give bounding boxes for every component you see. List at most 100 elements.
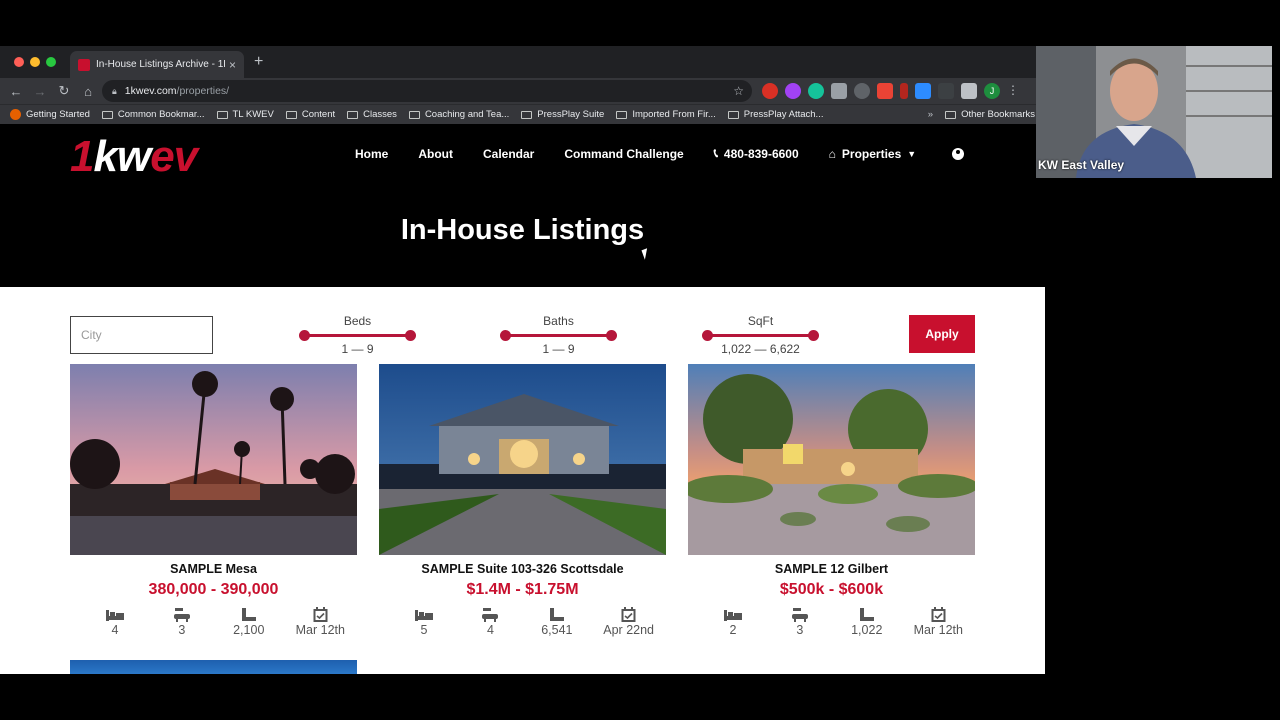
extension-heart-icon[interactable] (785, 83, 801, 99)
listing-filters: City Beds 1 — 9 Baths 1 — 9 SqFt 1,022 —… (70, 314, 975, 356)
bookmark-label: PressPlay Suite (537, 109, 605, 120)
beds-count: 5 (420, 623, 428, 637)
forward-icon[interactable]: → (28, 84, 52, 99)
beds-max-handle[interactable] (405, 330, 416, 341)
listing-name[interactable]: SAMPLE Mesa (70, 562, 357, 576)
bookmark-item[interactable]: Common Bookmar... (101, 109, 205, 120)
extension-gray-icon[interactable] (831, 83, 847, 99)
bookmark-item[interactable]: Classes (347, 109, 397, 120)
web-page: 1kwev Home About Calendar Command Challe… (0, 124, 1045, 674)
browser-window: In-House Listings Archive - 1K × + ← → ↻… (0, 46, 1045, 674)
listing-card[interactable]: SAMPLE Mesa 380,000 - 390,000 4 3 2,100 … (70, 364, 357, 637)
nav-phone[interactable]: 📞︎ 480-839-6600 (714, 146, 799, 161)
house-icon: ⌂ (828, 146, 836, 161)
listing-date: Mar 12th (295, 623, 345, 637)
bath-icon (162, 606, 202, 622)
nav-properties[interactable]: ⌂ Properties ▼ (829, 147, 917, 161)
reload-icon[interactable]: ↻ (52, 83, 76, 99)
bookmark-item[interactable]: PressPlay Attach... (727, 109, 823, 120)
bookmark-star-icon[interactable]: ☆ (733, 84, 744, 98)
bookmark-item[interactable]: PressPlay Suite (521, 109, 604, 120)
bookmark-item[interactable]: TL KWEV (216, 109, 274, 120)
tab-bar: In-House Listings Archive - 1K × + (0, 46, 1045, 78)
stat-beds: 4 (95, 606, 135, 637)
extension-k-icon[interactable] (900, 83, 908, 99)
sqft-track[interactable] (702, 329, 819, 341)
logo-ev: ev (150, 132, 198, 181)
bed-icon (713, 606, 753, 622)
beds-value: 1 — 9 (341, 342, 374, 356)
listing-date: Apr 22nd (603, 623, 654, 637)
bookmark-label: Content (301, 109, 336, 120)
sqft-min-handle[interactable] (702, 330, 713, 341)
nav-command-challenge[interactable]: Command Challenge (564, 147, 683, 161)
logo-one: 1 (70, 132, 95, 181)
sqft-label: SqFt (747, 314, 774, 328)
folder-icon (945, 110, 957, 119)
extensions-puzzle-icon[interactable] (961, 83, 977, 99)
sqft-max-handle[interactable] (808, 330, 819, 341)
bookmark-item[interactable]: Coaching and Tea... (408, 109, 509, 120)
other-bookmarks[interactable]: Other Bookmarks (945, 109, 1035, 120)
baths-track[interactable] (500, 329, 617, 341)
listing-photo[interactable] (688, 364, 975, 555)
bookmark-label: Common Bookmar... (117, 109, 205, 120)
sqft-range-slider[interactable]: SqFt 1,022 — 6,622 (702, 314, 819, 356)
listing-name[interactable]: SAMPLE Suite 103-326 Scottsdale (379, 562, 666, 576)
bookmark-item[interactable]: Getting Started (10, 109, 90, 120)
sqft-count: 2,100 (233, 623, 265, 637)
bookmarks-overflow-button[interactable]: » (928, 109, 933, 120)
extension-camera-icon[interactable] (938, 83, 954, 99)
beds-range-slider[interactable]: Beds 1 — 9 (299, 314, 416, 356)
listing-price: $500k - $600k (779, 581, 884, 598)
phone-number: 480-839-6600 (723, 146, 799, 161)
extension-gear-icon[interactable] (854, 83, 870, 99)
nav-about[interactable]: About (418, 147, 453, 161)
beds-min-handle[interactable] (299, 330, 310, 341)
sqft-count: 6,541 (541, 623, 573, 637)
site-header: 1kwev Home About Calendar Command Challe… (0, 124, 1045, 287)
bookmark-item[interactable]: Content (285, 109, 336, 120)
listing-price: 380,000 - 390,000 (148, 581, 279, 598)
screen: In-House Listings Archive - 1K × + ← → ↻… (0, 0, 1280, 720)
browser-menu-icon[interactable]: ⋮ (1007, 83, 1019, 99)
profile-avatar[interactable]: J (984, 83, 1000, 99)
listing-photo[interactable] (379, 364, 666, 555)
nav-calendar[interactable]: Calendar (483, 147, 534, 161)
beds-track[interactable] (299, 329, 416, 341)
browser-tab[interactable]: In-House Listings Archive - 1K × (70, 51, 244, 78)
listing-photo[interactable] (70, 364, 357, 555)
address-bar[interactable]: 🔒︎ 1kwev.com/properties/ ☆ (102, 80, 752, 102)
grammarly-icon[interactable] (808, 83, 824, 99)
listing-name[interactable]: SAMPLE 12 Gilbert (688, 562, 975, 576)
new-tab-button[interactable]: + (254, 53, 263, 71)
baths-max-handle[interactable] (606, 330, 617, 341)
maximize-window-button[interactable] (46, 57, 56, 67)
browser-toolbar: ← → ↻ ⌂ 🔒︎ 1kwev.com/properties/ ☆ J ⋮ (0, 78, 1045, 104)
baths-range-slider[interactable]: Baths 1 — 9 (500, 314, 617, 356)
city-input[interactable]: City (70, 316, 213, 354)
nav-account[interactable] (952, 147, 965, 160)
extension-red-icon[interactable] (762, 83, 778, 99)
ruler-icon (847, 606, 887, 622)
home-icon[interactable]: ⌂ (76, 84, 100, 99)
stat-baths: 3 (162, 606, 202, 637)
listing-price: $1.4M - $1.75M (466, 581, 579, 598)
listing-card[interactable]: SAMPLE 12 Gilbert $500k - $600k 2 3 1,02… (688, 364, 975, 637)
nav-home[interactable]: Home (355, 147, 388, 161)
webcam-overlay: KW East Valley (1036, 46, 1272, 178)
tab-close-icon[interactable]: × (229, 58, 236, 72)
minimize-window-button[interactable] (30, 57, 40, 67)
baths-min-handle[interactable] (500, 330, 511, 341)
kwev-logo[interactable]: 1kwev (70, 132, 198, 182)
zoom-icon[interactable] (915, 83, 931, 99)
close-window-button[interactable] (14, 57, 24, 67)
next-listing-photo[interactable] (70, 660, 357, 674)
apply-button[interactable]: Apply (909, 315, 975, 353)
back-icon[interactable]: ← (4, 84, 28, 99)
extension-calendar-icon[interactable] (877, 83, 893, 99)
listing-card[interactable]: SAMPLE Suite 103-326 Scottsdale $1.4M - … (379, 364, 666, 637)
bookmark-label: Classes (363, 109, 397, 120)
logo-kw: kw (93, 132, 151, 181)
bookmark-item[interactable]: Imported From Fir... (616, 109, 716, 120)
